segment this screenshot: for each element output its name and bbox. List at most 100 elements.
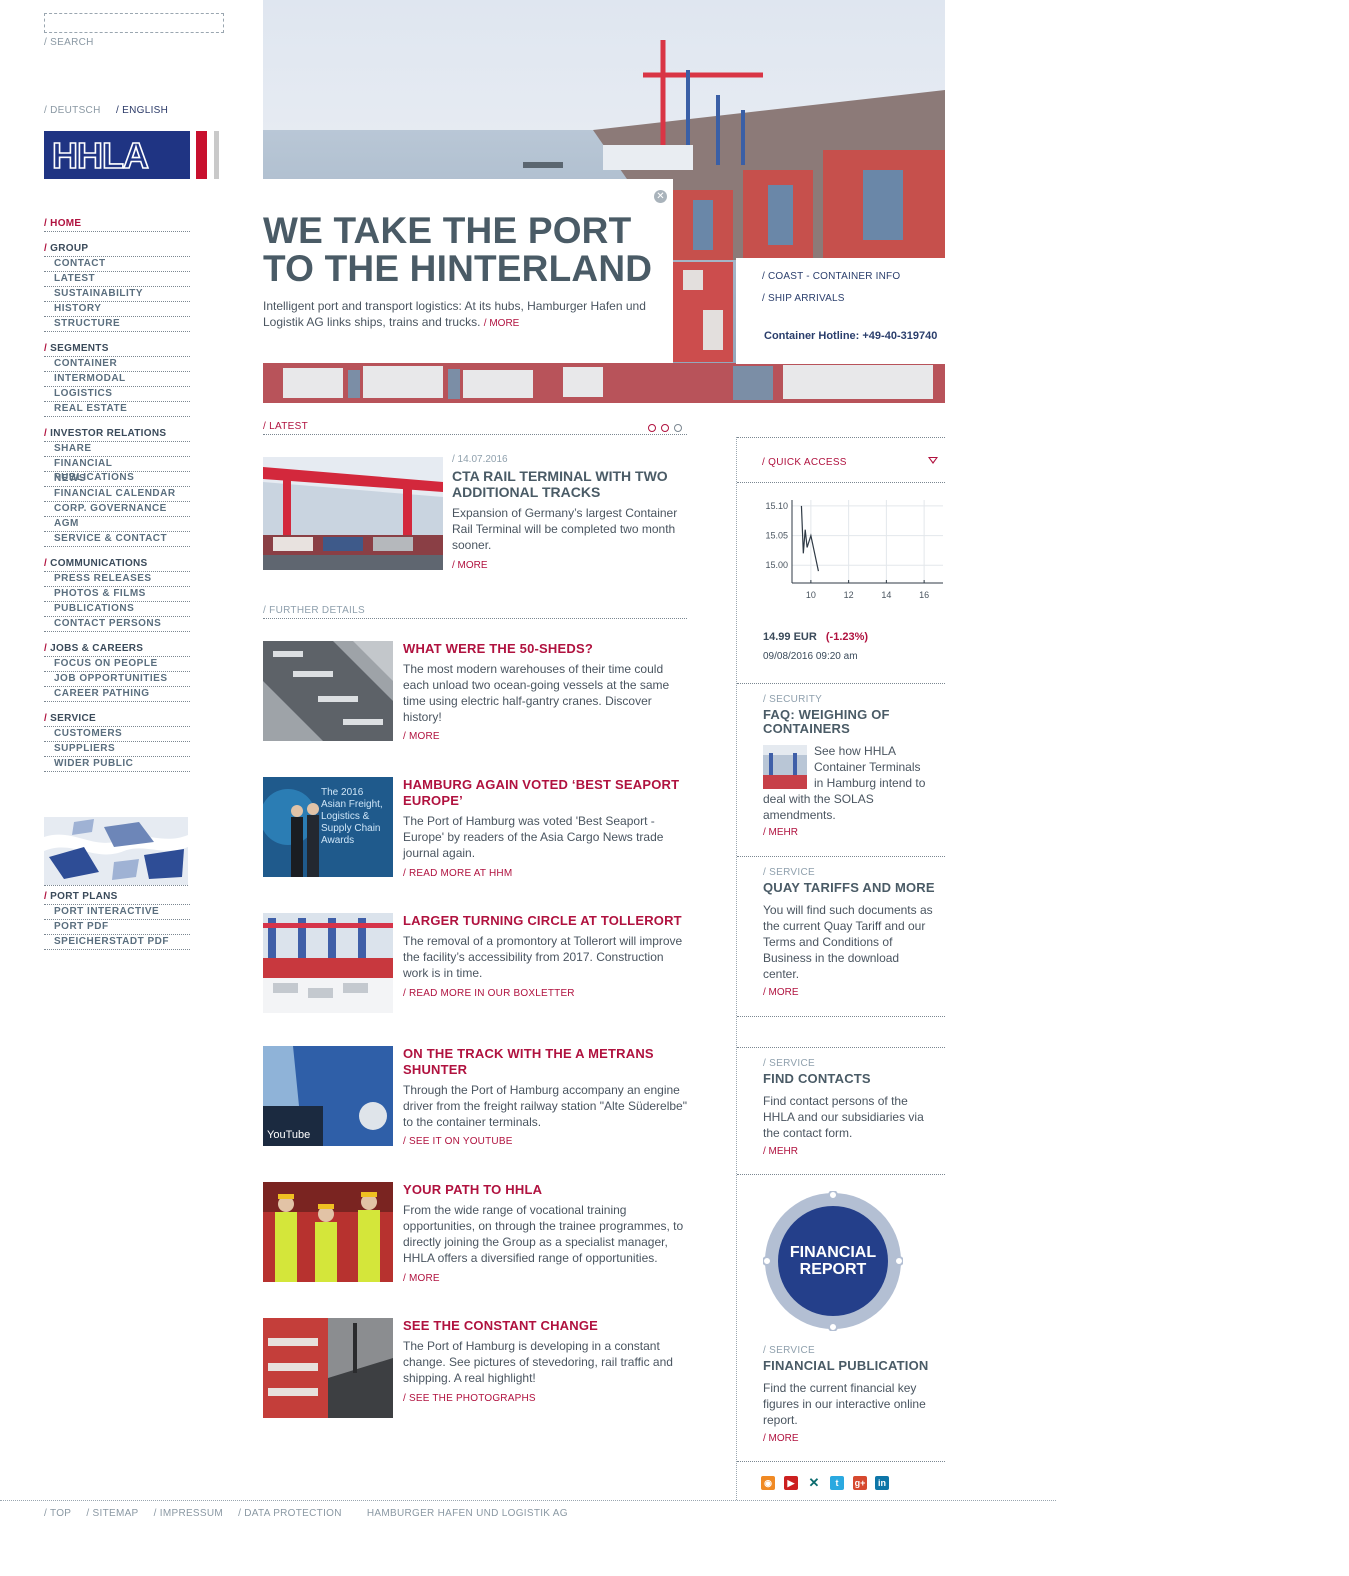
- rail-terminal-image[interactable]: [263, 457, 443, 570]
- nav-item-contact-persons[interactable]: CONTACT PERSONS: [44, 617, 190, 632]
- sidebar-title[interactable]: FINANCIAL PUBLICATION: [763, 1359, 943, 1373]
- sidebar-title[interactable]: QUAY TARIFFS AND MORE: [763, 881, 943, 895]
- shunter-video-image[interactable]: YouTube: [263, 1046, 393, 1146]
- lang-deutsch-link[interactable]: / DEUTSCH: [44, 105, 101, 116]
- further-item-title[interactable]: SEE THE CONSTANT CHANGE: [403, 1318, 687, 1334]
- sidebar-title[interactable]: FAQ: WEIGHING OF CONTAINERS: [763, 708, 943, 736]
- further-item-more-link[interactable]: / SEE IT ON YOUTUBE: [403, 1136, 513, 1147]
- search-input[interactable]: [44, 13, 224, 33]
- logo-text: HHLA: [51, 134, 150, 177]
- sidebar-more-link[interactable]: / MEHR: [763, 827, 798, 838]
- nav-item-financial-calendar[interactable]: FINANCIAL CALENDAR: [44, 487, 190, 502]
- sidebar-more-link[interactable]: / MORE: [763, 987, 799, 998]
- nav-item-job-opportunities[interactable]: JOB OPPORTUNITIES: [44, 672, 190, 687]
- nav-head-group[interactable]: / GROUP: [44, 241, 190, 257]
- nav-item-career-pathing[interactable]: CAREER PATHING: [44, 687, 190, 702]
- twitter-icon[interactable]: t: [830, 1476, 844, 1490]
- nav-item-photos-films[interactable]: PHOTOS & FILMS: [44, 587, 190, 602]
- googleplus-icon[interactable]: g+: [853, 1476, 867, 1490]
- nav-group: / HOME: [44, 216, 190, 232]
- nav-item-share[interactable]: SHARE: [44, 442, 190, 457]
- further-item-title[interactable]: YOUR PATH TO HHLA: [403, 1182, 687, 1198]
- slider-dot-2[interactable]: [661, 424, 669, 432]
- further-item-more-link[interactable]: / MORE: [403, 1273, 440, 1284]
- nav-item-corp-governance[interactable]: CORP. GOVERNANCE: [44, 502, 190, 517]
- nav-item-container[interactable]: CONTAINER: [44, 357, 190, 372]
- article-title[interactable]: CTA RAIL TERMINAL WITH TWO ADDITIONAL TR…: [452, 468, 682, 500]
- further-item-title[interactable]: LARGER TURNING CIRCLE AT TOLLERORT: [403, 913, 687, 929]
- award-image[interactable]: The 2016 Asian Freight, Logistics & Supply …: [263, 777, 393, 877]
- nav-head-home[interactable]: / HOME: [44, 216, 190, 232]
- hhla-logo[interactable]: HHLA: [44, 131, 190, 179]
- sidebar-more-link[interactable]: / MEHR: [763, 1146, 798, 1157]
- rss-icon[interactable]: ◉: [761, 1476, 775, 1490]
- nav-item-real-estate[interactable]: REAL ESTATE: [44, 402, 190, 417]
- footer-sitemap-link[interactable]: / SITEMAP: [86, 1508, 138, 1519]
- nav-item-press-releases[interactable]: PRESS RELEASES: [44, 572, 190, 587]
- quick-access-label[interactable]: / QUICK ACCESS: [762, 457, 847, 468]
- footer-privacy-link[interactable]: / DATA PROTECTION: [238, 1508, 342, 1519]
- nav-item-structure[interactable]: STRUCTURE: [44, 317, 190, 332]
- port-map-thumbnail[interactable]: [44, 817, 188, 886]
- lang-english-link[interactable]: / ENGLISH: [116, 105, 168, 116]
- nav-item-publications[interactable]: PUBLICATIONS: [44, 602, 190, 617]
- nav-item-financial-publications[interactable]: FINANCIAL PUBLICATIONS: [44, 457, 190, 483]
- nav-group: / SERVICE CUSTOMERS SUPPLIERS WIDER PUBLIC: [44, 711, 190, 772]
- nav-head-segments[interactable]: / SEGMENTS: [44, 341, 190, 357]
- nav-item-customers[interactable]: CUSTOMERS: [44, 727, 190, 742]
- nav-item-service-contact[interactable]: SERVICE & CONTACT: [44, 532, 190, 547]
- careers-image[interactable]: [263, 1182, 393, 1282]
- nav-item-logistics[interactable]: LOGISTICS: [44, 387, 190, 402]
- search-label[interactable]: / SEARCH: [44, 37, 94, 48]
- financial-report-badge[interactable]: FINANCIAL REPORT: [762, 1190, 904, 1332]
- nav-item-focus-on-people[interactable]: FOCUS ON PEOPLE: [44, 657, 190, 672]
- footer-company-name: HAMBURGER HAFEN UND LOGISTIK AG: [366, 1508, 568, 1519]
- further-item-more-link[interactable]: / READ MORE AT HHM: [403, 868, 512, 879]
- share-price-chart: 15.10 15.05 15.00 10 12 14 16: [760, 495, 945, 605]
- hero-more-link[interactable]: / MORE: [484, 318, 520, 329]
- nav-head-service[interactable]: / SERVICE: [44, 711, 190, 727]
- nav-item-speicherstadt-pdf[interactable]: SPEICHERSTADT PDF: [44, 935, 190, 950]
- nav-head-investor-relations[interactable]: / INVESTOR RELATIONS: [44, 426, 190, 442]
- nav-item-intermodal[interactable]: INTERMODAL: [44, 372, 190, 387]
- youtube-icon[interactable]: ▶: [784, 1476, 798, 1490]
- further-item-text: The removal of a promontory at Tollerort…: [403, 934, 683, 980]
- further-item-more-link[interactable]: / MORE: [403, 731, 440, 742]
- nav-item-port-interactive[interactable]: PORT INTERACTIVE: [44, 905, 190, 920]
- linkedin-icon[interactable]: in: [875, 1476, 889, 1490]
- nav-item-suppliers[interactable]: SUPPLIERS: [44, 742, 190, 757]
- footer-top-link[interactable]: / TOP: [44, 1508, 71, 1519]
- nav-head-communications[interactable]: / COMMUNICATIONS: [44, 556, 190, 572]
- close-icon[interactable]: ✕: [654, 190, 667, 203]
- divider: [737, 437, 945, 438]
- further-item-title[interactable]: WHAT WERE THE 50-SHEDS?: [403, 641, 687, 657]
- nav-item-sustainability[interactable]: SUSTAINABILITY: [44, 287, 190, 302]
- slider-dot-1[interactable]: [648, 424, 656, 432]
- xing-icon[interactable]: ✕: [807, 1476, 821, 1490]
- further-item-more-link[interactable]: / READ MORE IN OUR BOXLETTER: [403, 988, 575, 999]
- ship-arrivals-link[interactable]: / SHIP ARRIVALS: [762, 293, 845, 304]
- coast-container-info-link[interactable]: / COAST - CONTAINER INFO: [762, 271, 900, 282]
- constant-change-image[interactable]: [263, 1318, 393, 1418]
- nav-item-wider-public[interactable]: WIDER PUBLIC: [44, 757, 190, 772]
- nav-item-latest[interactable]: LATEST: [44, 272, 190, 287]
- sheds-image[interactable]: [263, 641, 393, 741]
- nav-item-agm[interactable]: AGM: [44, 517, 190, 532]
- nav-item-port-pdf[interactable]: PORT PDF: [44, 920, 190, 935]
- tollerort-image[interactable]: [263, 913, 393, 1013]
- nav-head-jobs-careers[interactable]: / JOBS & CAREERS: [44, 641, 190, 657]
- sidebar-title[interactable]: FIND CONTACTS: [763, 1072, 943, 1086]
- nav-item-contact[interactable]: CONTACT: [44, 257, 190, 272]
- further-item-title[interactable]: HAMBURG AGAIN VOTED ‘BEST SEAPORT EUROPE…: [403, 777, 687, 809]
- footer-impressum-link[interactable]: / IMPRESSUM: [154, 1508, 223, 1519]
- further-item-title[interactable]: ON THE TRACK WITH THE A METRANS SHUNTER: [403, 1046, 687, 1078]
- nav-item-history[interactable]: HISTORY: [44, 302, 190, 317]
- slider-dot-3[interactable]: [674, 424, 682, 432]
- further-item-text: Through the Port of Hamburg accompany an…: [403, 1083, 687, 1129]
- nav-head-port-plans[interactable]: / PORT PLANS: [44, 889, 190, 905]
- article-more-link[interactable]: / MORE: [452, 560, 488, 571]
- sidebar-more-link[interactable]: / MORE: [763, 1433, 799, 1444]
- nav-head-label: GROUP: [50, 243, 89, 254]
- further-item-more-link[interactable]: / SEE THE PHOTOGRAPHS: [403, 1393, 536, 1404]
- nav-group: / PORT PLANS PORT INTERACTIVE PORT PDF SPEI…: [44, 889, 190, 950]
